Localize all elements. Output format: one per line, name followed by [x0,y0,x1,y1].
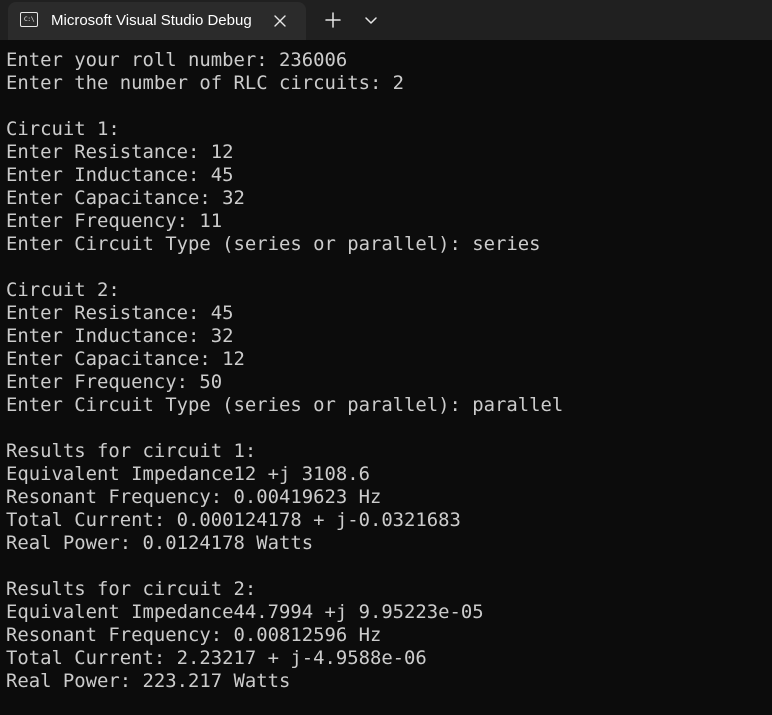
console-line: Total Current: 0.000124178 + j-0.0321683 [6,509,461,531]
console-line: Resonant Frequency: 0.00419623 Hz [6,486,382,508]
console-output[interactable]: Enter your roll number: 236006 Enter the … [6,49,772,693]
console-line: Resonant Frequency: 0.00812596 Hz [6,624,382,646]
console-line: Enter Circuit Type (series or parallel):… [6,233,541,255]
tab-title: Microsoft Visual Studio Debug [51,12,252,29]
tab-debug-console[interactable]: C:\ Microsoft Visual Studio Debug [8,2,306,40]
terminal-window: C:\ Microsoft Visual Studio Debug Enter … [0,0,772,715]
console-line: Enter Frequency: 11 [6,210,223,232]
chevron-down-icon [365,17,377,24]
console-line: Circuit 1: [6,118,120,140]
tab-bar: C:\ Microsoft Visual Studio Debug [0,0,772,40]
new-tab-button[interactable] [322,9,344,31]
terminal-icon: C:\ [20,12,38,27]
console-line: Enter Frequency: 50 [6,371,223,393]
console-line: Equivalent Impedance12 +j 3108.6 [6,463,370,485]
console-line: Enter Circuit Type (series or parallel):… [6,394,564,416]
console-line: Enter Inductance: 32 [6,325,234,347]
console-line: Enter the number of RLC circuits: 2 [6,72,405,94]
close-tab-button[interactable] [270,11,290,31]
console-line: Results for circuit 2: [6,578,257,600]
plus-icon [325,12,341,28]
console-line: Equivalent Impedance44.7994 +j 9.95223e-… [6,601,484,623]
console-line: Enter Inductance: 45 [6,164,234,186]
tab-dropdown-button[interactable] [360,9,382,31]
console-line: Enter Resistance: 12 [6,141,234,163]
console-line: Enter Capacitance: 32 [6,187,245,209]
console-line: Enter Capacitance: 12 [6,348,245,370]
console-line: Total Current: 2.23217 + j-4.9588e-06 [6,647,427,669]
console-line: Enter Resistance: 45 [6,302,234,324]
close-icon [274,15,286,27]
console-line: Real Power: 223.217 Watts [6,670,291,692]
console-line: Circuit 2: [6,279,120,301]
console-line: Enter your roll number: 236006 [6,49,348,71]
console-line: Results for circuit 1: [6,440,257,462]
console-line: Real Power: 0.0124178 Watts [6,532,314,554]
